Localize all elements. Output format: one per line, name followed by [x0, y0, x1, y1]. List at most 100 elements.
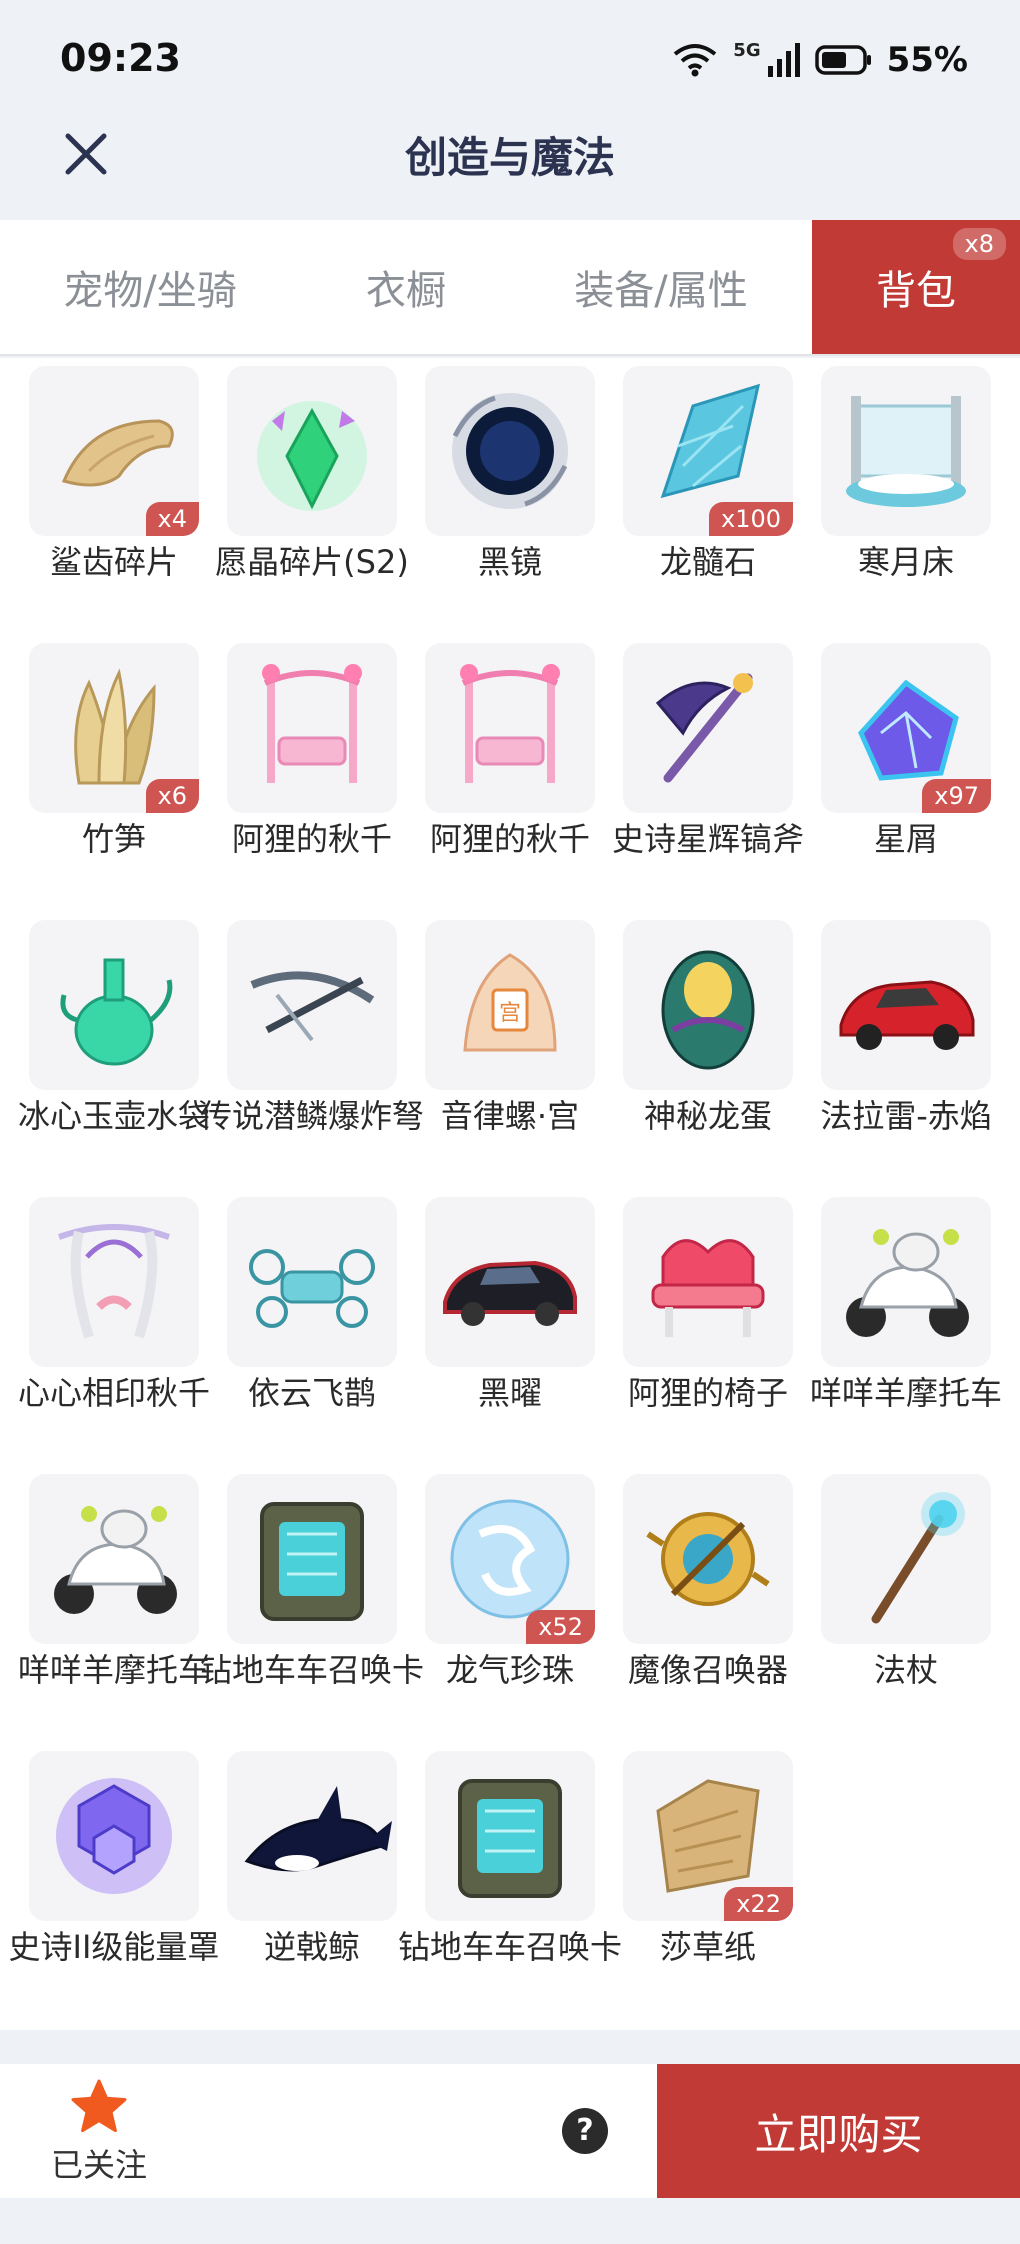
inventory-item[interactable]: 史诗II级能量罩	[0, 1751, 219, 2029]
ahri-swing-icon	[460, 664, 560, 783]
wifi-icon	[674, 44, 717, 77]
inventory-item[interactable]: 阿狸的秋千	[396, 643, 595, 921]
inventory-item[interactable]: 宫音律螺·宫	[396, 920, 595, 1198]
inventory-item[interactable]: 魔像召唤器	[594, 1474, 793, 1752]
item-thumbnail	[227, 920, 397, 1090]
inventory-item[interactable]: 钻地车车召唤卡	[396, 1751, 622, 2029]
cold-moon-bed-icon	[846, 396, 966, 507]
item-thumbnail	[29, 1197, 199, 1367]
quantity-badge: x4	[145, 502, 199, 536]
item-name: 史诗星辉镐斧	[611, 820, 804, 858]
inventory-item[interactable]: 冰心玉壶水袋	[0, 920, 210, 1198]
tab-bar: 宠物/坐骑 衣橱 装备/属性 背包 x8	[0, 220, 1020, 356]
inventory-item[interactable]: 传说潜鳞爆炸弩	[198, 920, 424, 1198]
red-sports-car-icon	[839, 980, 975, 1050]
bottom-bar: 已关注 ? 立即购买	[0, 2064, 1020, 2198]
status-bar: 09:23 5G 55%	[0, 0, 1020, 110]
sheep-motorbike-icon	[846, 1229, 969, 1337]
tab-pets-mounts[interactable]: 宠物/坐骑	[0, 220, 300, 354]
inventory-item[interactable]: 法杖	[792, 1474, 991, 1752]
inventory-item[interactable]: 阿狸的秋千	[198, 643, 397, 921]
tab-backpack[interactable]: 背包 x8	[812, 220, 1020, 354]
magic-staff-icon	[871, 1492, 965, 1624]
item-name: 法杖	[873, 1651, 938, 1689]
item-name: 钻地车车召唤卡	[199, 1651, 424, 1689]
item-name: 神秘龙蛋	[643, 1097, 772, 1135]
inventory-item[interactable]: 钻地车车召唤卡	[198, 1474, 424, 1752]
item-name: 心心相印秋千	[17, 1374, 210, 1412]
item-thumbnail	[29, 1751, 199, 1921]
item-thumbnail	[821, 1197, 991, 1367]
quantity-badge: x22	[724, 1887, 793, 1921]
inventory-item[interactable]: x4 鲨齿碎片	[0, 366, 199, 644]
inventory-item[interactable]: x6 竹笋	[0, 643, 199, 921]
item-name: 咩咩羊摩托车	[809, 1374, 1002, 1412]
status-icons: 5G 55%	[671, 38, 968, 82]
help-icon[interactable]: ?	[562, 2108, 608, 2154]
item-name: 咩咩羊摩托车	[17, 1651, 210, 1689]
item-name: 传说潜鳞爆炸弩	[199, 1097, 424, 1135]
inventory-item[interactable]: x100 龙髓石	[594, 366, 793, 644]
item-thumbnail: x52	[425, 1474, 595, 1644]
legend-crossbow-icon	[250, 971, 375, 1042]
item-name: 法拉雷-赤焰	[820, 1097, 992, 1135]
inventory-item[interactable]: 史诗星辉镐斧	[594, 643, 804, 921]
tab-label: 衣橱	[366, 268, 446, 314]
item-thumbnail	[425, 366, 595, 536]
epic-star-pickaxe-icon	[655, 673, 753, 783]
inventory-item[interactable]: 黑镜	[396, 366, 595, 644]
star-icon	[71, 2079, 127, 2133]
follow-button[interactable]: 已关注	[44, 2078, 154, 2186]
item-thumbnail	[227, 643, 397, 813]
sheep-motorbike-icon	[54, 1506, 177, 1614]
item-thumbnail: x4	[29, 366, 199, 536]
inventory-item[interactable]: 逆戟鲸	[198, 1751, 397, 2029]
item-name: 魔像召唤器	[627, 1651, 788, 1689]
item-thumbnail	[227, 1751, 397, 1921]
network-label: 5G	[733, 39, 761, 61]
energy-shield-icon	[56, 1778, 172, 1894]
tab-label: 宠物/坐骑	[63, 268, 237, 314]
signal-icon	[767, 43, 800, 77]
mystery-dragon-egg-icon	[661, 950, 755, 1070]
item-thumbnail	[821, 1474, 991, 1644]
item-thumbnail	[29, 1474, 199, 1644]
item-name: 寒月床	[857, 543, 954, 581]
item-name: 阿狸的秋千	[429, 820, 590, 858]
item-name: 依云飞鹊	[247, 1374, 376, 1412]
inventory-item[interactable]: x97 星屑	[792, 643, 991, 921]
item-thumbnail	[821, 920, 991, 1090]
item-thumbnail	[425, 1751, 595, 1921]
item-thumbnail: x97	[821, 643, 991, 813]
item-name: 黑镜	[477, 543, 542, 581]
item-name: 逆戟鲸	[263, 1928, 360, 1966]
inventory-item[interactable]: 黑曜	[396, 1197, 595, 1475]
item-name: 音律螺·宫	[440, 1097, 580, 1135]
item-name: 鲨齿碎片	[49, 543, 178, 581]
tab-count-badge: x8	[952, 228, 1006, 260]
page-title: 创造与魔法	[404, 133, 615, 182]
inventory-item[interactable]: 心心相印秋千	[0, 1197, 210, 1475]
item-thumbnail	[623, 1197, 793, 1367]
follow-label: 已关注	[50, 2146, 147, 2184]
golem-summoner-icon	[646, 1512, 770, 1606]
inventory-item[interactable]: 咩咩羊摩托车	[792, 1197, 1002, 1475]
tab-wardrobe[interactable]: 衣橱	[300, 220, 512, 354]
drill-car-card-icon	[260, 1502, 364, 1621]
item-name: 阿狸的椅子	[627, 1374, 788, 1412]
inventory-item[interactable]: x52 龙气珍珠	[396, 1474, 595, 1752]
tab-equipment[interactable]: 装备/属性	[512, 220, 810, 354]
inventory-item[interactable]: x22 莎草纸	[594, 1751, 793, 2029]
inventory-item[interactable]: 愿晶碎片(S2)	[198, 366, 409, 644]
inventory-item[interactable]: 寒月床	[792, 366, 991, 644]
item-name: 莎草纸	[659, 1928, 756, 1966]
inventory-item[interactable]: 依云飞鹊	[198, 1197, 397, 1475]
inventory-item[interactable]: 咩咩羊摩托车	[0, 1474, 210, 1752]
battery-icon	[814, 45, 871, 75]
inventory-item[interactable]: 阿狸的椅子	[594, 1197, 793, 1475]
buy-now-button[interactable]: 立即购买	[657, 2064, 1020, 2198]
tab-label: 背包	[876, 268, 956, 314]
item-name: 星屑	[873, 820, 938, 858]
inventory-item[interactable]: 神秘龙蛋	[594, 920, 793, 1198]
inventory-item[interactable]: 法拉雷-赤焰	[792, 920, 992, 1198]
